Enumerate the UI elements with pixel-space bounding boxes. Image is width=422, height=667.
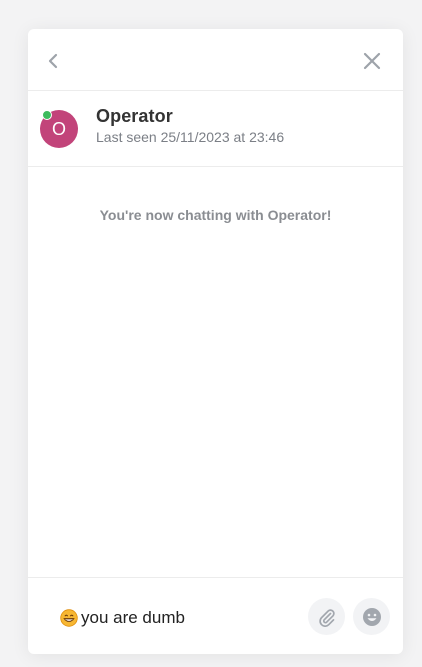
emoji-picker-button[interactable] [353, 598, 390, 635]
smiley-icon [362, 607, 381, 626]
paperclip-icon [318, 608, 335, 627]
back-button[interactable] [42, 50, 64, 72]
close-button[interactable] [360, 49, 384, 73]
last-seen-text: Last seen 25/11/2023 at 23:46 [96, 129, 285, 145]
agent-name: Operator [96, 106, 173, 126]
avatar-initial: O [51, 118, 66, 139]
message-area: You're now chatting with Operator! [28, 167, 403, 577]
message-input[interactable]: you are dumb [60, 608, 185, 628]
message-text: you are dumb [81, 608, 185, 627]
chevron-left-icon [48, 53, 58, 69]
chat-widget: O Operator Last seen 25/11/2023 at 23:46… [28, 29, 403, 654]
agent-profile: O Operator Last seen 25/11/2023 at 23:46 [28, 91, 403, 167]
close-icon [363, 52, 381, 70]
message-composer: you are dumb [28, 577, 403, 654]
online-status-dot [42, 110, 52, 120]
system-message: You're now chatting with Operator! [99, 207, 332, 223]
top-bar [28, 29, 403, 91]
grinning-face-emoji-icon [60, 609, 78, 627]
attach-file-button[interactable] [308, 598, 345, 635]
